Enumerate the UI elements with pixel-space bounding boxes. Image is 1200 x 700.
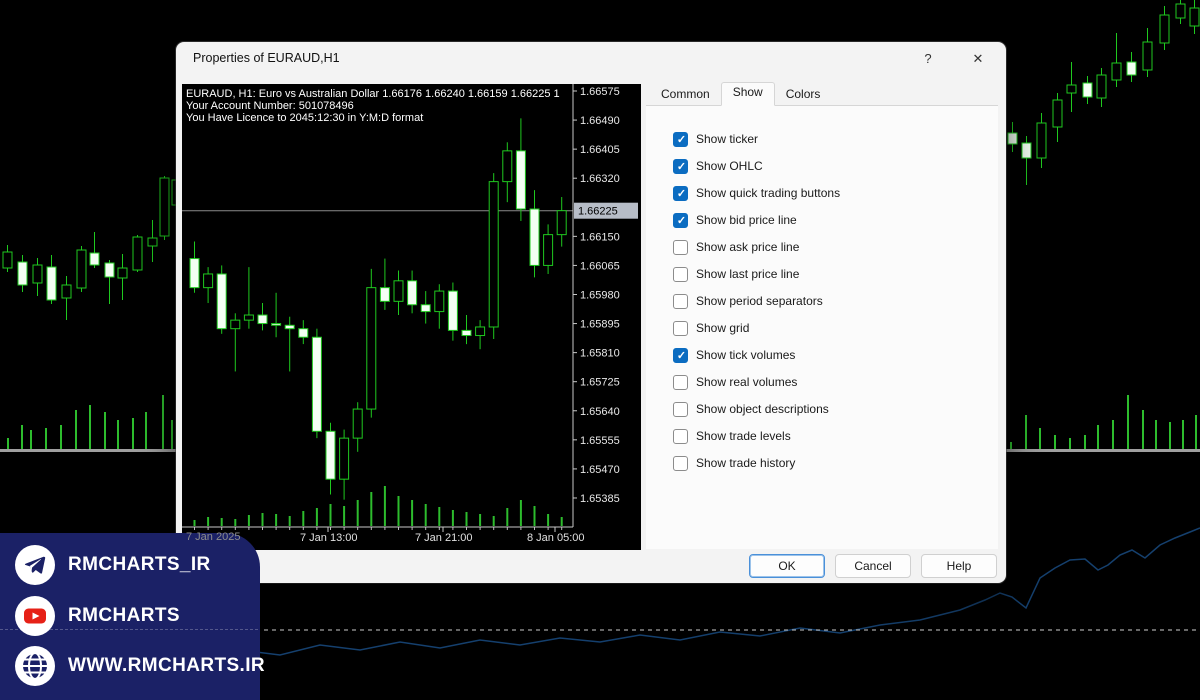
dialog-title: Properties of EURAUD,H1	[193, 51, 340, 65]
checkbox-label: Show object descriptions	[696, 402, 829, 416]
checkbox-row-show-real-volumes[interactable]: Show real volumes	[673, 374, 998, 390]
dialog-titlebar: Properties of EURAUD,H1 ? ✕	[176, 42, 1006, 76]
checkbox-row-show-ticker[interactable]: Show ticker	[673, 131, 998, 147]
settings-panel: CommonShowColors Show tickerShow OHLCSho…	[646, 82, 998, 549]
checkbox-unchecked-icon[interactable]	[673, 402, 688, 417]
checkbox-checked-icon[interactable]	[673, 159, 688, 174]
checkbox-label: Show tick volumes	[696, 348, 795, 362]
branding-label: RMCHARTS_IR	[68, 554, 211, 576]
checkbox-unchecked-icon[interactable]	[673, 240, 688, 255]
checkbox-label: Show trade levels	[696, 429, 791, 443]
checkbox-row-show-object-descriptions[interactable]: Show object descriptions	[673, 401, 998, 417]
tab-colors[interactable]: Colors	[775, 84, 832, 105]
checkbox-row-show-tick-volumes[interactable]: Show tick volumes	[673, 347, 998, 363]
checkbox-unchecked-icon[interactable]	[673, 456, 688, 471]
axis-date-label: 7 Jan 2025	[186, 531, 240, 543]
svg-text:1.65810: 1.65810	[580, 348, 620, 360]
close-icon[interactable]: ✕	[962, 46, 994, 72]
checkbox-label: Show real volumes	[696, 375, 797, 389]
svg-text:1.66490: 1.66490	[580, 115, 620, 127]
svg-text:1.66320: 1.66320	[580, 173, 620, 185]
help-icon[interactable]: ?	[912, 46, 944, 72]
dashed-level-overlay	[0, 629, 258, 630]
svg-text:7 Jan 13:00: 7 Jan 13:00	[300, 532, 358, 544]
checkbox-row-show-grid[interactable]: Show grid	[673, 320, 998, 336]
checkbox-checked-icon[interactable]	[673, 186, 688, 201]
svg-text:EURAUD, H1: Euro vs Australia: EURAUD, H1: Euro vs Australian Dollar 1.…	[186, 88, 560, 100]
chart-preview-canvas: EURAUD, H1: Euro vs Australian Dollar 1.…	[182, 84, 641, 550]
checkbox-unchecked-icon[interactable]	[673, 294, 688, 309]
checkbox-label: Show trade history	[696, 456, 795, 470]
svg-text:1.65385: 1.65385	[580, 493, 620, 505]
checkbox-row-show-ohlc[interactable]: Show OHLC	[673, 158, 998, 174]
branding-label: WWW.RMCHARTS.IR	[68, 655, 265, 677]
svg-text:8 Jan 05:00: 8 Jan 05:00	[527, 532, 585, 544]
svg-text:1.66575: 1.66575	[580, 86, 620, 98]
tab-show[interactable]: Show	[721, 82, 775, 106]
checkbox-unchecked-icon[interactable]	[673, 321, 688, 336]
svg-text:Your Account Number: 501078496: Your Account Number: 501078496	[186, 100, 354, 112]
checkbox-checked-icon[interactable]	[673, 213, 688, 228]
svg-text:1.65640: 1.65640	[580, 406, 620, 418]
properties-dialog: Properties of EURAUD,H1 ? ✕ EURAUD, H1: …	[176, 42, 1006, 583]
svg-text:1.65895: 1.65895	[580, 319, 620, 331]
checkbox-row-show-bid-price-line[interactable]: Show bid price line	[673, 212, 998, 228]
svg-text:You Have Licence to 2045:12:30: You Have Licence to 2045:12:30 in Y:M:D …	[186, 112, 423, 124]
branding-label: RMCHARTS	[68, 605, 180, 627]
checkbox-label: Show period separators	[696, 294, 823, 308]
checkbox-unchecked-icon[interactable]	[673, 267, 688, 282]
telegram-icon	[15, 545, 55, 585]
checkbox-checked-icon[interactable]	[673, 132, 688, 147]
tab-strip: CommonShowColors	[646, 82, 998, 105]
globe-icon	[15, 646, 55, 686]
dialog-button-row: OK Cancel Help	[749, 554, 997, 578]
svg-text:1.65555: 1.65555	[580, 435, 620, 447]
branding-item: WWW.RMCHARTS.IR	[0, 646, 260, 686]
svg-text:1.66065: 1.66065	[580, 260, 620, 272]
svg-text:1.65470: 1.65470	[580, 464, 620, 476]
branding-item: RMCHARTS_IR	[0, 545, 260, 585]
checkbox-label: Show quick trading buttons	[696, 186, 840, 200]
checkbox-unchecked-icon[interactable]	[673, 375, 688, 390]
svg-text:1.66150: 1.66150	[580, 231, 620, 243]
chart-preview: EURAUD, H1: Euro vs Australian Dollar 1.…	[182, 84, 641, 550]
help-button[interactable]: Help	[921, 554, 997, 578]
svg-text:1.66405: 1.66405	[580, 144, 620, 156]
tab-common[interactable]: Common	[650, 84, 721, 105]
checkbox-row-show-last-price-line[interactable]: Show last price line	[673, 266, 998, 282]
cancel-button[interactable]: Cancel	[835, 554, 911, 578]
branding-panel: RMCHARTS_IR RMCHARTS WWW.RMCHARTS.IR	[0, 533, 260, 700]
checkbox-unchecked-icon[interactable]	[673, 429, 688, 444]
checkbox-row-show-trade-history[interactable]: Show trade history	[673, 455, 998, 471]
svg-text:1.65980: 1.65980	[580, 289, 620, 301]
checkbox-row-show-trade-levels[interactable]: Show trade levels	[673, 428, 998, 444]
checkbox-list: Show ticker Show OHLC Show quick trading b…	[646, 106, 998, 471]
tab-content: Show ticker Show OHLC Show quick trading b…	[646, 105, 998, 549]
svg-text:1.65725: 1.65725	[580, 377, 620, 389]
checkbox-row-show-quick-trading-buttons[interactable]: Show quick trading buttons	[673, 185, 998, 201]
ok-button[interactable]: OK	[749, 554, 825, 578]
checkbox-label: Show grid	[696, 321, 749, 335]
checkbox-label: Show bid price line	[696, 213, 797, 227]
svg-text:7 Jan 21:00: 7 Jan 21:00	[415, 532, 473, 544]
checkbox-label: Show last price line	[696, 267, 799, 281]
checkbox-checked-icon[interactable]	[673, 348, 688, 363]
checkbox-row-show-ask-price-line[interactable]: Show ask price line	[673, 239, 998, 255]
svg-text:1.66225: 1.66225	[578, 206, 618, 218]
checkbox-label: Show ask price line	[696, 240, 799, 254]
checkbox-row-show-period-separators[interactable]: Show period separators	[673, 293, 998, 309]
checkbox-label: Show OHLC	[696, 159, 763, 173]
checkbox-label: Show ticker	[696, 132, 758, 146]
